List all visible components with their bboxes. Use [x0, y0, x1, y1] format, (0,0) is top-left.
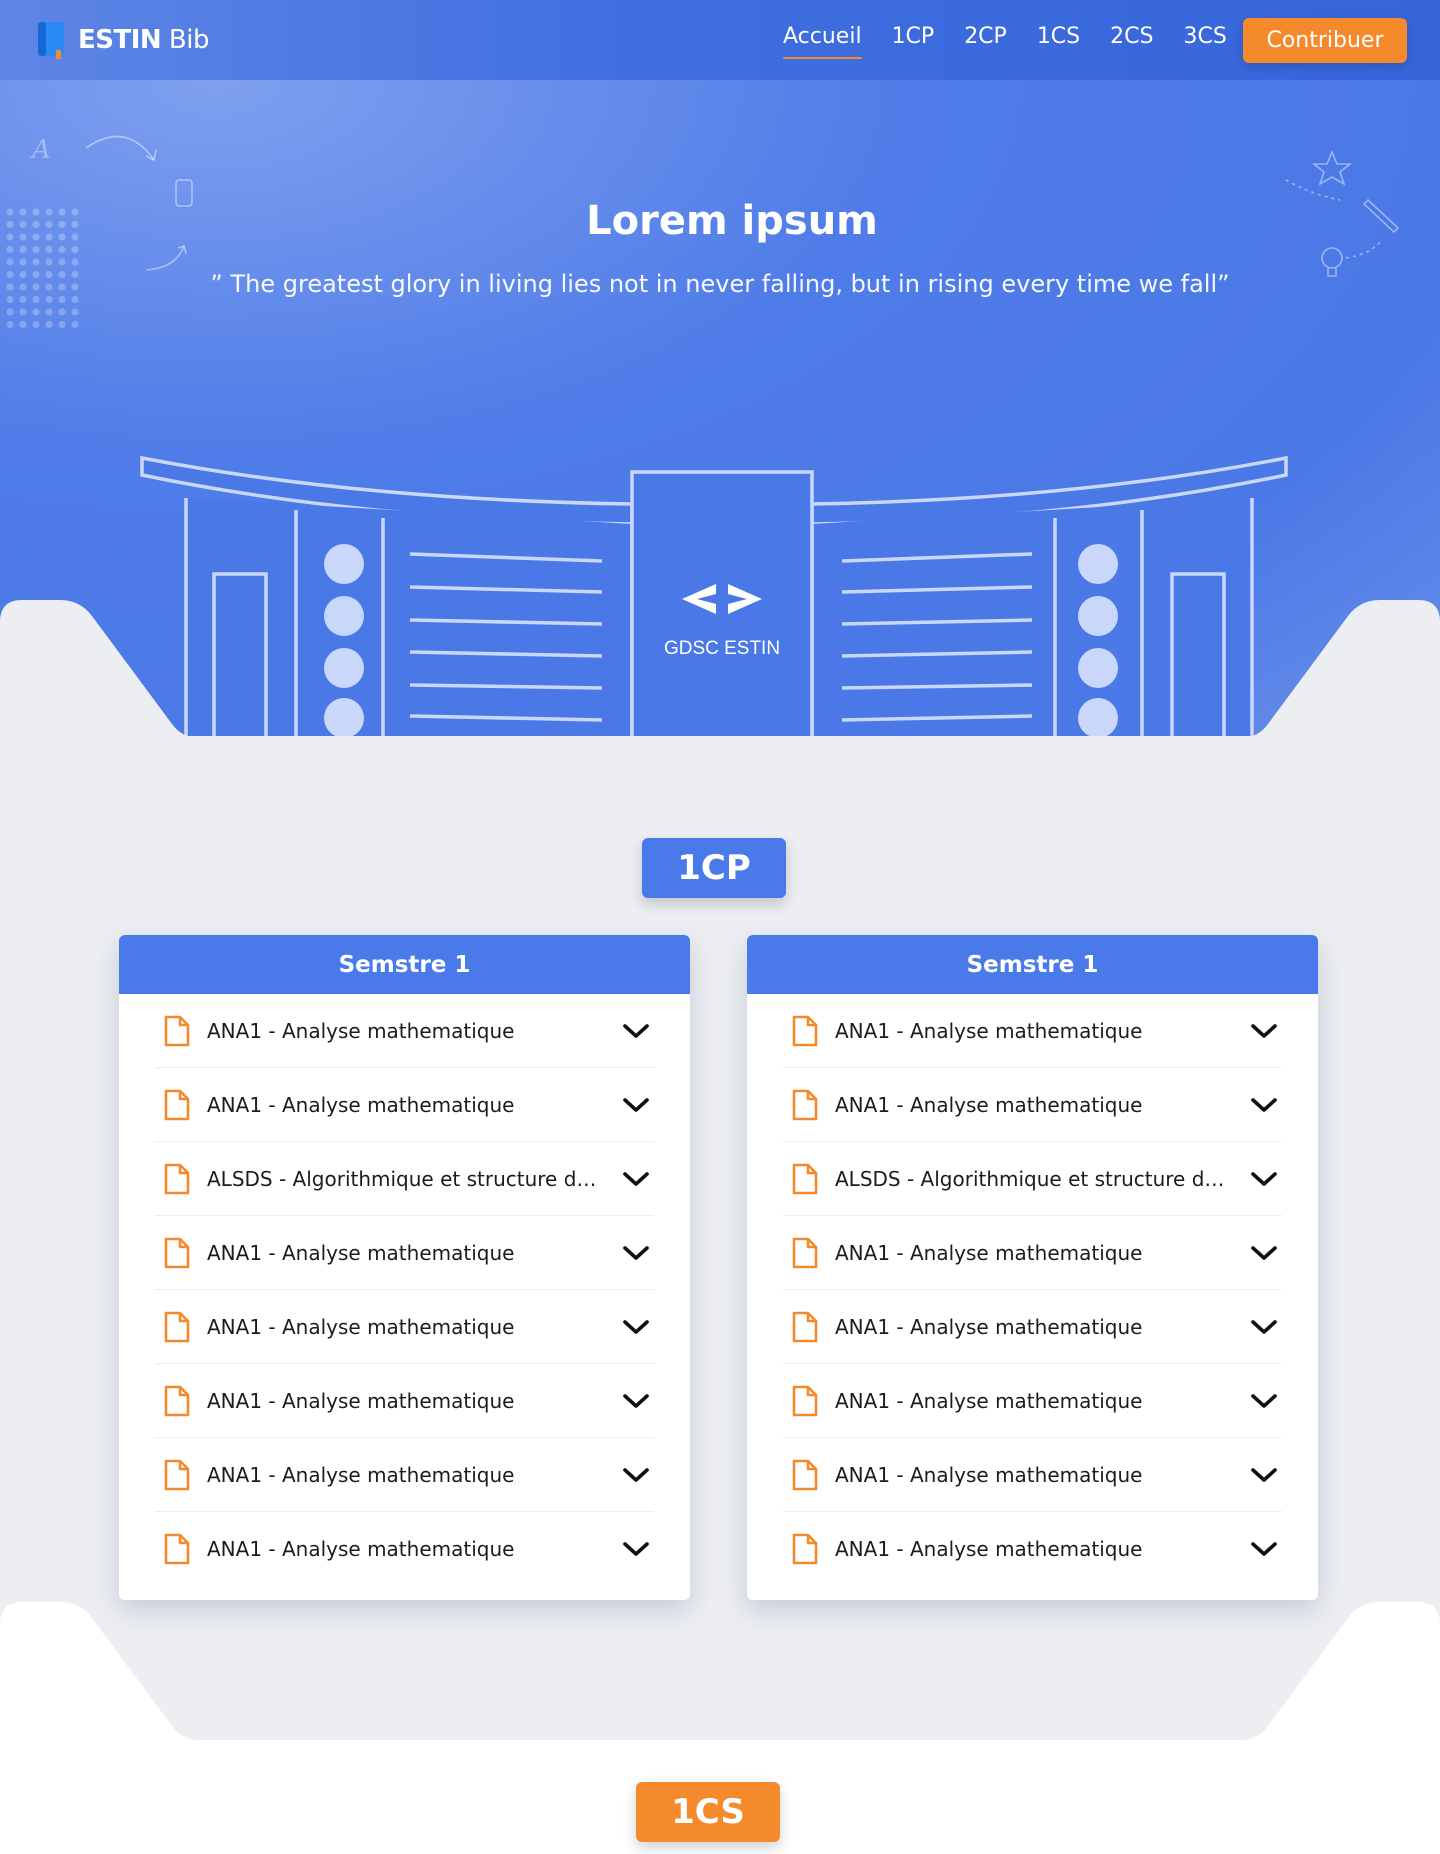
document-icon [791, 1385, 819, 1417]
hero-quote: ” The greatest glory in living lies not … [210, 270, 1230, 298]
section-badge-1cp[interactable]: 1CP [642, 838, 786, 898]
chevron-down-icon[interactable] [1248, 1385, 1280, 1417]
module-name: ANA1 - Analyse mathematique [835, 1388, 1143, 1413]
brand-logo[interactable]: ESTIN Bib [36, 20, 209, 60]
document-icon [163, 1089, 191, 1121]
document-icon [791, 1089, 819, 1121]
chevron-down-icon[interactable] [1248, 1237, 1280, 1269]
document-icon [791, 1237, 819, 1269]
document-icon [163, 1459, 191, 1491]
chevron-down-icon[interactable] [1248, 1459, 1280, 1491]
nav-link-3cs[interactable]: 3CS [1183, 24, 1226, 55]
semester-card: Semstre 1 ANA1 - Analyse mathematique AN… [747, 935, 1318, 1600]
nav-link-accueil[interactable]: Accueil [783, 24, 862, 59]
module-name: ANA1 - Analyse mathematique [835, 1018, 1143, 1043]
section-badge-1cs[interactable]: 1CS [636, 1782, 780, 1842]
chevron-down-icon[interactable] [1248, 1311, 1280, 1343]
module-name: ANA1 - Analyse mathematique [835, 1314, 1143, 1339]
chevron-down-icon[interactable] [620, 1311, 652, 1343]
top-navbar: ESTIN Bib Accueil 1CP 2CP 1CS 2CS 3CS Co… [0, 0, 1440, 80]
chevron-down-icon[interactable] [620, 1533, 652, 1565]
module-name: ALSDS - Algorithmique et structure de... [207, 1166, 608, 1191]
module-name: ANA1 - Analyse mathematique [207, 1388, 515, 1413]
module-name: ANA1 - Analyse mathematique [835, 1092, 1143, 1117]
module-row[interactable]: ANA1 - Analyse mathematique [783, 1290, 1282, 1364]
chevron-down-icon[interactable] [1248, 1089, 1280, 1121]
semester-card-title: Semstre 1 [747, 935, 1318, 994]
document-icon [163, 1163, 191, 1195]
hero-bottom-shape [0, 600, 1440, 756]
book-icon [36, 20, 68, 60]
module-row[interactable]: ANA1 - Analyse mathematique [783, 1438, 1282, 1512]
module-name: ANA1 - Analyse mathematique [207, 1462, 515, 1487]
module-row[interactable]: ANA1 - Analyse mathematique [783, 1512, 1282, 1586]
document-icon [791, 1311, 819, 1343]
module-row[interactable]: ANA1 - Analyse mathematique [155, 1216, 654, 1290]
module-row[interactable]: ANA1 - Analyse mathematique [783, 1216, 1282, 1290]
module-row[interactable]: ANA1 - Analyse mathematique [783, 1364, 1282, 1438]
chevron-down-icon[interactable] [1248, 1163, 1280, 1195]
document-icon [791, 1015, 819, 1047]
chevron-down-icon[interactable] [620, 1163, 652, 1195]
document-icon [163, 1385, 191, 1417]
module-name: ANA1 - Analyse mathematique [207, 1092, 515, 1117]
module-name: ANA1 - Analyse mathematique [835, 1462, 1143, 1487]
module-list: ANA1 - Analyse mathematique ANA1 - Analy… [119, 994, 690, 1586]
semester-card-title: Semstre 1 [119, 935, 690, 994]
module-row[interactable]: ANA1 - Analyse mathematique [783, 1068, 1282, 1142]
module-row[interactable]: ANA1 - Analyse mathematique [155, 1290, 654, 1364]
module-list: ANA1 - Analyse mathematique ANA1 - Analy… [747, 994, 1318, 1586]
module-name: ANA1 - Analyse mathematique [835, 1537, 1143, 1561]
document-icon [163, 1533, 191, 1565]
nav-link-2cp[interactable]: 2CP [964, 24, 1007, 55]
chevron-down-icon[interactable] [620, 1015, 652, 1047]
module-row[interactable]: ANA1 - Analyse mathematique [155, 1068, 654, 1142]
document-icon [163, 1311, 191, 1343]
module-row[interactable]: ANA1 - Analyse mathematique [155, 994, 654, 1068]
hero-title: Lorem ipsum [586, 198, 878, 244]
nav-links: Accueil 1CP 2CP 1CS 2CS 3CS [783, 24, 1257, 59]
nav-link-1cs[interactable]: 1CS [1037, 24, 1080, 55]
document-icon [163, 1015, 191, 1047]
module-row[interactable]: ANA1 - Analyse mathematique [783, 994, 1282, 1068]
brand-name-bold: ESTIN [78, 25, 162, 55]
module-name: ANA1 - Analyse mathematique [207, 1314, 515, 1339]
chevron-down-icon[interactable] [620, 1089, 652, 1121]
document-icon [791, 1163, 819, 1195]
module-name: ANA1 - Analyse mathematique [207, 1018, 515, 1043]
module-row[interactable]: ANA1 - Analyse mathematique [155, 1512, 654, 1586]
module-name: ANA1 - Analyse mathematique [207, 1537, 515, 1561]
document-icon [791, 1533, 819, 1565]
brand-name-rest: Bib [161, 25, 210, 55]
semester-card: Semstre 1 ANA1 - Analyse mathematique AN… [119, 935, 690, 1600]
chevron-down-icon[interactable] [620, 1459, 652, 1491]
chevron-down-icon[interactable] [620, 1237, 652, 1269]
module-row[interactable]: ALSDS - Algorithmique et structure de... [155, 1142, 654, 1216]
module-row[interactable]: ANA1 - Analyse mathematique [155, 1364, 654, 1438]
chevron-down-icon[interactable] [620, 1385, 652, 1417]
nav-link-2cs[interactable]: 2CS [1110, 24, 1153, 55]
svg-text:A: A [30, 135, 51, 165]
module-name: ANA1 - Analyse mathematique [835, 1240, 1143, 1265]
contribute-button[interactable]: Contribuer [1243, 18, 1407, 63]
document-icon [163, 1237, 191, 1269]
chevron-down-icon[interactable] [1248, 1533, 1280, 1565]
module-row[interactable]: ANA1 - Analyse mathematique [155, 1438, 654, 1512]
module-name: ANA1 - Analyse mathematique [207, 1240, 515, 1265]
module-row[interactable]: ALSDS - Algorithmique et structure de... [783, 1142, 1282, 1216]
document-icon [791, 1459, 819, 1491]
module-name: ALSDS - Algorithmique et structure de... [835, 1166, 1236, 1191]
chevron-down-icon[interactable] [1248, 1015, 1280, 1047]
nav-link-1cp[interactable]: 1CP [892, 24, 935, 55]
